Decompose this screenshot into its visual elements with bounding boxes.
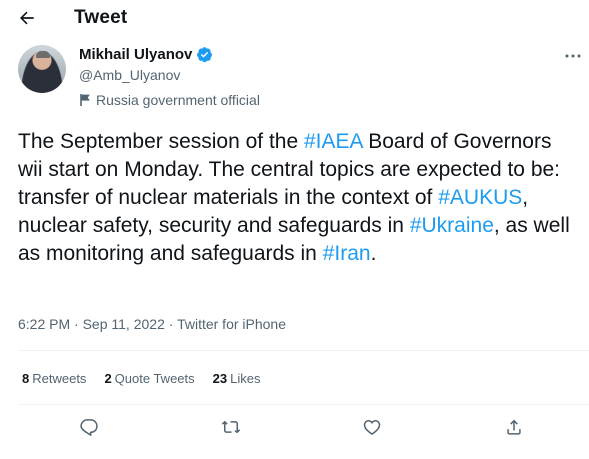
meta-separator: ·	[70, 316, 83, 332]
retweet-icon	[221, 420, 241, 434]
tweet-stats: 8 Retweets 2 Quote Tweets 23 Likes	[22, 368, 278, 388]
tweet-text-segment: .	[370, 242, 377, 265]
share-button[interactable]	[499, 412, 529, 442]
avatar[interactable]	[18, 45, 66, 93]
reply-icon	[80, 419, 98, 437]
tweet-date[interactable]: Sep 11, 2022	[83, 316, 165, 332]
meta-separator: ·	[164, 316, 178, 332]
retweets-count: 8	[22, 370, 30, 386]
arrow-left-icon	[20, 11, 34, 25]
likes-count: 23	[212, 370, 228, 386]
action-bar	[0, 412, 589, 442]
likes-label: Likes	[230, 370, 261, 386]
back-button[interactable]	[12, 4, 42, 32]
more-dots-icon	[565, 54, 581, 58]
quotes-label: Quote Tweets	[114, 370, 195, 386]
verified-badge-icon	[196, 46, 213, 63]
hashtag-link[interactable]: #AUKUS	[438, 186, 522, 209]
page-title: Tweet	[74, 7, 128, 28]
tweet-meta: 6:22 PM · Sep 11, 2022 · Twitter for iPh…	[18, 316, 286, 332]
retweet-button[interactable]	[216, 412, 246, 442]
government-label[interactable]: Russia government official	[79, 91, 260, 109]
divider	[18, 350, 589, 351]
quotes-count: 2	[104, 370, 112, 386]
likes-stat[interactable]: 23 Likes	[213, 371, 261, 386]
tweet-text-segment: The September session of the	[18, 130, 304, 153]
author-name[interactable]: Mikhail Ulyanov	[79, 46, 192, 63]
like-icon	[363, 419, 381, 435]
share-icon	[507, 419, 521, 435]
like-button[interactable]	[357, 412, 387, 442]
author-handle[interactable]: @Amb_Ulyanov	[79, 67, 180, 83]
tweet-source[interactable]: Twitter for iPhone	[177, 316, 286, 332]
hashtag-link[interactable]: #IAEA	[304, 130, 362, 153]
header-bar: Tweet	[0, 0, 589, 36]
reply-button[interactable]	[74, 412, 104, 442]
author-name-row: Mikhail Ulyanov	[79, 44, 213, 64]
retweets-stat[interactable]: 8 Retweets	[22, 371, 86, 386]
hashtag-link[interactable]: #Ukraine	[410, 214, 494, 237]
government-label-text: Russia government official	[96, 92, 260, 108]
divider	[18, 404, 589, 405]
retweets-label: Retweets	[32, 370, 87, 386]
tweet-text: The September session of the #IAEA Board…	[18, 128, 578, 268]
flag-icon	[80, 94, 90, 106]
hashtag-link[interactable]: #Iran	[323, 242, 371, 265]
tweet-time[interactable]: 6:22 PM	[18, 316, 70, 332]
quote-tweets-stat[interactable]: 2 Quote Tweets	[104, 371, 194, 386]
more-options-button[interactable]	[561, 44, 585, 68]
